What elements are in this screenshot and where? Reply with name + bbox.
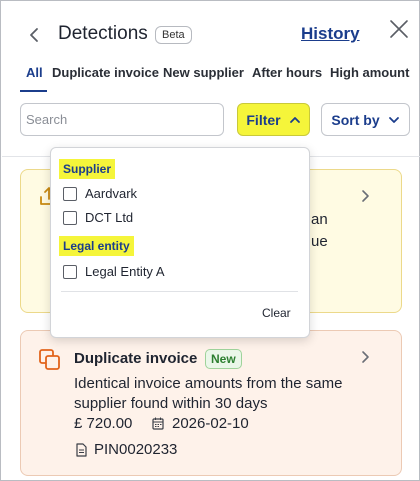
tab-all[interactable]: All (26, 65, 43, 80)
search-input[interactable] (20, 103, 224, 136)
filter-option-aardvark[interactable]: Aardvark (63, 186, 137, 201)
chevron-right-icon (362, 351, 369, 363)
filter-option-label: Aardvark (85, 186, 138, 201)
document-icon (76, 443, 87, 457)
card-reference: PIN0020233 (94, 441, 178, 458)
filter-option-label: Legal Entity A (85, 264, 165, 279)
detection-card-duplicate-invoice[interactable]: Duplicate invoice New Identical invoice … (20, 330, 402, 476)
card-description: Identical invoice amounts from the same … (74, 375, 343, 412)
sort-button-label: Sort by (331, 111, 380, 128)
history-link[interactable]: History (301, 24, 360, 44)
back-chevron-icon[interactable] (25, 25, 45, 45)
tab-high-amount[interactable]: High amount (330, 65, 409, 80)
new-badge: New (205, 349, 242, 369)
filter-group-supplier: Supplier (59, 159, 116, 179)
checkbox[interactable] (63, 264, 77, 279)
tab-duplicate-invoice[interactable]: Duplicate invoice (52, 65, 159, 80)
chevron-down-icon (388, 116, 399, 123)
clear-filters-button[interactable]: Clear (262, 306, 291, 320)
card-text-fragment: an (311, 211, 328, 228)
card-amount: £ 720.00 (74, 415, 133, 432)
detections-panel: Detections Beta History All Duplicate in… (0, 0, 420, 481)
filter-option-label: DCT Ltd (85, 210, 134, 225)
page-title: Detections (58, 23, 148, 44)
close-icon[interactable] (389, 19, 409, 39)
dropdown-divider (61, 291, 298, 292)
calendar-icon (152, 417, 164, 430)
checkbox[interactable] (63, 186, 77, 201)
filter-button-label: Filter (246, 111, 281, 128)
chevron-up-icon (289, 116, 300, 123)
tab-new-supplier[interactable]: New supplier (163, 65, 244, 80)
beta-badge: Beta (155, 26, 192, 44)
card-text-fragment: ue (311, 233, 328, 250)
filter-option-legal-entity-a[interactable]: Legal Entity A (63, 264, 165, 279)
tab-after-hours[interactable]: After hours (252, 65, 322, 80)
duplicate-icon (39, 349, 60, 370)
card-title: Duplicate invoice (74, 350, 198, 367)
filter-group-legal-entity: Legal entity (59, 236, 134, 256)
card-date: 2026-02-10 (172, 415, 249, 432)
filter-option-dct-ltd[interactable]: DCT Ltd (63, 210, 133, 225)
checkbox[interactable] (63, 210, 77, 225)
filter-dropdown: Supplier Aardvark DCT Ltd Legal entity L… (50, 147, 310, 338)
active-tab-indicator (20, 90, 47, 92)
chevron-right-icon (362, 190, 369, 202)
filter-button[interactable]: Filter (237, 103, 310, 136)
sort-by-button[interactable]: Sort by (321, 103, 410, 136)
